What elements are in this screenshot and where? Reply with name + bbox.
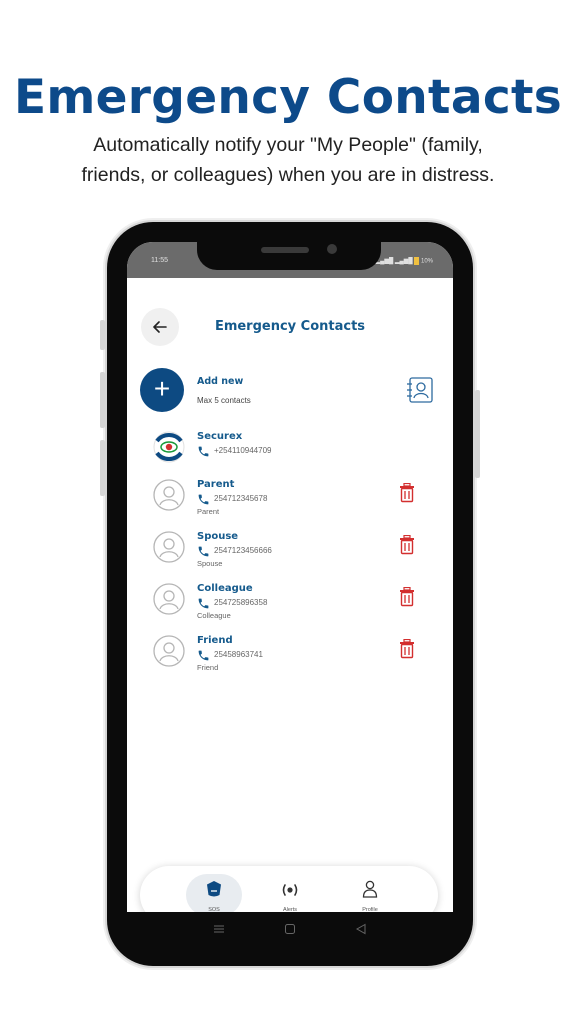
contact-name: Securex [197, 431, 243, 442]
avatar-placeholder-icon [153, 635, 185, 667]
contact-item[interactable]: Colleague 254725896358 Colleague [127, 583, 453, 629]
phone-icon [198, 650, 209, 661]
front-camera [327, 244, 337, 254]
contact-phone: 25458963741 [214, 650, 263, 659]
nav-profile[interactable]: Profile [342, 874, 398, 916]
nav-sos[interactable]: SOS [186, 874, 242, 916]
plus-icon: + [153, 373, 171, 404]
trash-icon[interactable] [399, 483, 415, 503]
camera-notch [197, 242, 381, 270]
add-new-label[interactable]: Add new [197, 376, 243, 387]
contact-item[interactable]: Securex +254110944709 [127, 431, 453, 477]
contact-name: Spouse [197, 531, 239, 542]
contact-phone: 2547123456666 [214, 546, 272, 555]
hero-subtitle: Automatically notify your "My People" (f… [81, 134, 495, 186]
phone-icon [198, 598, 209, 609]
add-contact-button[interactable]: + [140, 368, 184, 412]
contact-phone: 254725896358 [214, 598, 268, 607]
trash-icon[interactable] [399, 535, 415, 555]
phone-screen: 11:55 ▂▄▆█ ▂▄▆█ 10% Emergency Contacts +… [127, 242, 453, 932]
contact-relation: Spouse [197, 559, 223, 568]
speaker [261, 247, 309, 253]
phone-frame: 11:55 ▂▄▆█ ▂▄▆█ 10% Emergency Contacts +… [100, 222, 480, 966]
contact-name: Colleague [197, 583, 253, 594]
contact-item[interactable]: Spouse 2547123456666 Spouse [127, 531, 453, 577]
side-button [475, 390, 480, 478]
status-icons: ▂▄▆█ ▂▄▆█ 10% [376, 257, 433, 265]
battery-icon [414, 257, 420, 265]
trash-icon[interactable] [399, 639, 415, 659]
contact-name: Parent [197, 479, 235, 490]
side-button [100, 320, 105, 350]
contact-relation: Parent [197, 507, 220, 516]
status-time: 11:55 [151, 257, 168, 264]
nav-alerts[interactable]: Alerts [262, 874, 318, 916]
contact-relation: Colleague [197, 611, 231, 620]
phone-icon [198, 546, 209, 557]
securex-logo [153, 431, 185, 463]
menu-icon[interactable] [213, 924, 225, 934]
contact-item[interactable]: Parent 254712345678 Parent [127, 479, 453, 525]
side-button [100, 372, 105, 428]
contact-item[interactable]: Friend 25458963741 Friend [127, 635, 453, 681]
max-contacts-hint: Max 5 contacts [197, 396, 251, 405]
system-nav-bar [127, 912, 453, 946]
contact-phone: 254712345678 [214, 494, 268, 503]
back-nav-icon[interactable] [355, 923, 367, 935]
avatar-placeholder-icon [153, 479, 185, 511]
avatar-placeholder-icon [153, 531, 185, 563]
contact-name: Friend [197, 635, 233, 646]
page-title: Emergency Contacts [214, 319, 366, 334]
contact-phone: +254110944709 [214, 446, 272, 455]
avatar-placeholder-icon [153, 583, 185, 615]
phone-icon [198, 446, 209, 457]
side-button [100, 440, 105, 496]
home-icon[interactable] [284, 923, 296, 935]
person-icon [362, 880, 378, 898]
trash-icon[interactable] [399, 587, 415, 607]
broadcast-icon [282, 884, 298, 896]
phone-icon [198, 494, 209, 505]
contact-relation: Friend [197, 663, 219, 672]
battery-level: 10% [420, 258, 433, 265]
signal-icon: ▂▄▆█ ▂▄▆█ [375, 258, 415, 265]
shield-icon [207, 881, 221, 897]
contact-book-icon[interactable] [405, 376, 435, 404]
hero-title: Emergency Contacts [13, 70, 563, 125]
